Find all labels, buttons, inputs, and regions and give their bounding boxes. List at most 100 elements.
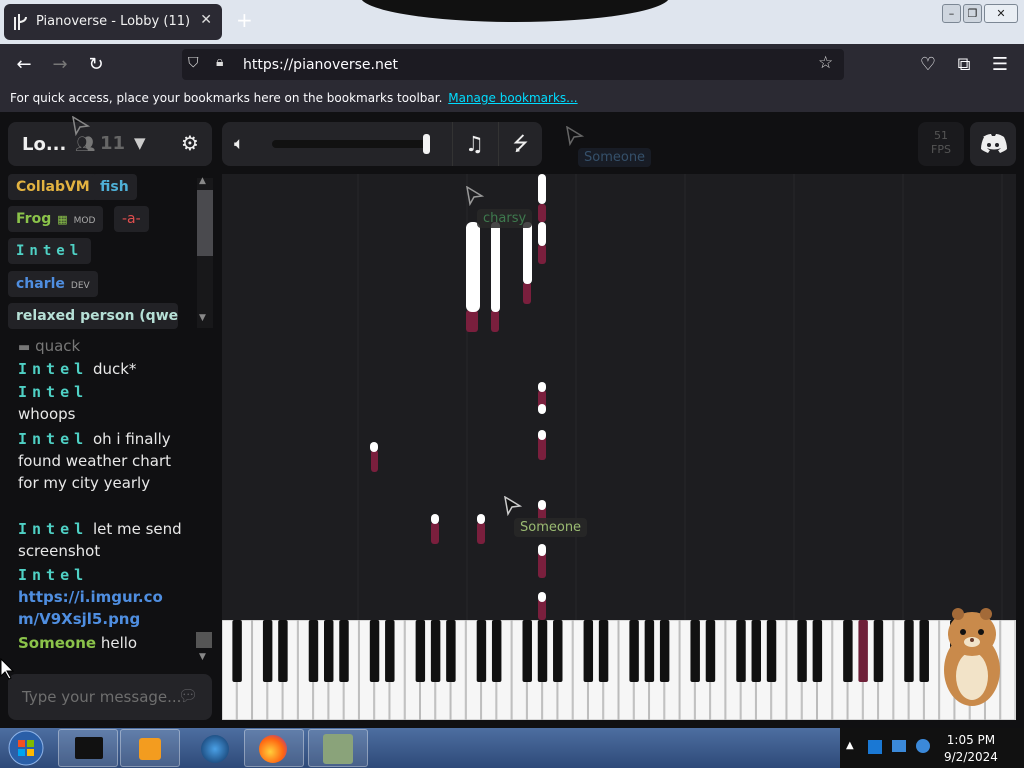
user-chip[interactable]: charle DEV (8, 271, 98, 297)
black-key[interactable] (522, 620, 532, 682)
usb-icon: ⭍ (512, 133, 529, 155)
midi-button[interactable]: ⭍ (498, 122, 542, 166)
black-key[interactable] (629, 620, 639, 682)
black-key[interactable] (553, 620, 563, 682)
volume-tray-icon[interactable] (916, 739, 930, 753)
black-key[interactable] (491, 620, 502, 682)
close-tab-icon[interactable]: ✕ (200, 12, 212, 28)
black-key[interactable] (736, 620, 746, 682)
black-key[interactable] (644, 620, 655, 682)
black-key[interactable] (583, 620, 594, 682)
taskbar-app-5[interactable] (308, 729, 368, 767)
black-key[interactable] (751, 620, 762, 682)
user-chip[interactable]: fish (92, 174, 137, 200)
forward-arrow-icon[interactable]: → (48, 53, 72, 77)
remote-cursor-icon (566, 126, 584, 146)
settings-button[interactable]: ⚙ (168, 122, 212, 166)
url-text[interactable]: https://pianoverse.net (243, 57, 398, 73)
pianoverse-logo-icon (14, 14, 27, 30)
browser-tab[interactable]: Pianoverse - Lobby (11) ✕ (4, 4, 222, 40)
scroll-down-icon[interactable]: ▼ (199, 652, 206, 662)
userlist-scroll-thumb[interactable] (197, 190, 213, 256)
black-key[interactable] (308, 620, 319, 682)
black-key[interactable] (659, 620, 670, 682)
piano-keyboard[interactable] (221, 619, 1016, 721)
media-player-icon (139, 738, 161, 760)
user-chip[interactable]: relaxed person (qwer... (8, 303, 178, 329)
display-icon[interactable] (892, 740, 906, 752)
user-chip[interactable]: CollabVM (8, 174, 98, 200)
black-key[interactable] (446, 620, 456, 682)
black-key[interactable] (339, 620, 349, 682)
remote-cursor-icon (504, 496, 522, 516)
piano-keys[interactable] (221, 619, 1016, 721)
manage-bookmarks-link[interactable]: Manage bookmarks... (448, 91, 577, 105)
user-name: Intel (16, 243, 84, 259)
black-key[interactable] (873, 620, 884, 682)
black-key[interactable] (369, 620, 380, 682)
black-key[interactable] (858, 620, 868, 682)
black-key[interactable] (812, 620, 823, 682)
instrument-button[interactable]: ♫ (452, 122, 496, 166)
message-author: Someone (18, 634, 97, 652)
black-key[interactable] (904, 620, 914, 682)
minimize-button[interactable]: – (942, 4, 961, 23)
maximize-button[interactable]: ❐ (963, 4, 982, 23)
bookmarks-toolbar: For quick access, place your bookmarks h… (0, 86, 1024, 112)
black-key[interactable] (278, 620, 288, 682)
black-key[interactable] (232, 620, 242, 682)
scroll-down-icon[interactable]: ▼ (199, 313, 206, 323)
black-key[interactable] (385, 620, 395, 682)
back-arrow-icon[interactable]: ← (12, 53, 36, 77)
volume-icon[interactable]: 🔈︎ (234, 134, 244, 154)
shield-icon[interactable]: ⛉ (188, 55, 199, 71)
network-icon[interactable] (868, 740, 882, 754)
taskbar-firefox[interactable] (244, 729, 304, 767)
bookmarks-hint: For quick access, place your bookmarks h… (10, 91, 443, 105)
close-window-button[interactable]: ✕ (984, 4, 1018, 23)
black-key[interactable] (797, 620, 807, 682)
start-button[interactable] (6, 729, 46, 767)
chat-scroll-thumb[interactable] (196, 632, 212, 648)
monitor-icon (75, 737, 103, 759)
note-roll (222, 174, 1016, 620)
user-chip[interactable]: Frog ▦ MOD (8, 206, 104, 232)
scroll-up-icon[interactable]: ▲ (199, 176, 206, 186)
black-key[interactable] (323, 620, 334, 682)
reload-icon[interactable]: ↻ (84, 53, 108, 77)
chevron-down-icon[interactable]: ▼ (134, 134, 146, 152)
black-key[interactable] (919, 620, 929, 682)
taskbar-app-3[interactable] (184, 729, 244, 767)
black-key[interactable] (262, 620, 273, 682)
room-name[interactable]: Lo... (22, 134, 66, 155)
taskbar-app-2[interactable] (120, 729, 180, 767)
black-key[interactable] (476, 620, 487, 682)
chat-input-placeholder[interactable]: Type your message... (22, 688, 181, 706)
pocket-icon[interactable]: ♡ (916, 53, 940, 77)
new-tab-button[interactable]: + (236, 10, 253, 30)
black-key[interactable] (598, 620, 609, 682)
message-link[interactable]: https://i.imgur.com/V9Xsjl5.png (18, 588, 163, 628)
black-key[interactable] (705, 620, 716, 682)
black-key[interactable] (690, 620, 700, 682)
user-name: CollabVM (16, 179, 90, 195)
taskbar-clock[interactable]: 1:05 PM 9/2/2024 (944, 732, 998, 766)
remote-cursor-label: Someone (578, 148, 652, 167)
black-key[interactable] (430, 620, 441, 682)
lock-icon[interactable]: 🔒︎ (216, 54, 223, 70)
user-name: fish (100, 179, 129, 195)
discord-button[interactable] (970, 122, 1016, 166)
volume-slider-handle[interactable] (423, 134, 430, 154)
taskbar-app-1[interactable] (58, 729, 118, 767)
tray-expand-icon[interactable]: ▲ (846, 740, 854, 751)
user-chip[interactable]: Intel (8, 238, 92, 264)
black-key[interactable] (415, 620, 426, 682)
bookmark-star-icon[interactable]: ☆ (818, 53, 833, 73)
extensions-icon[interactable]: ⧉ (952, 53, 976, 77)
black-key[interactable] (537, 620, 548, 682)
volume-slider[interactable] (272, 140, 428, 148)
black-key[interactable] (766, 620, 777, 682)
black-key[interactable] (843, 620, 853, 682)
user-chip[interactable]: -a- (114, 206, 149, 232)
menu-icon[interactable]: ☰ (988, 53, 1012, 77)
